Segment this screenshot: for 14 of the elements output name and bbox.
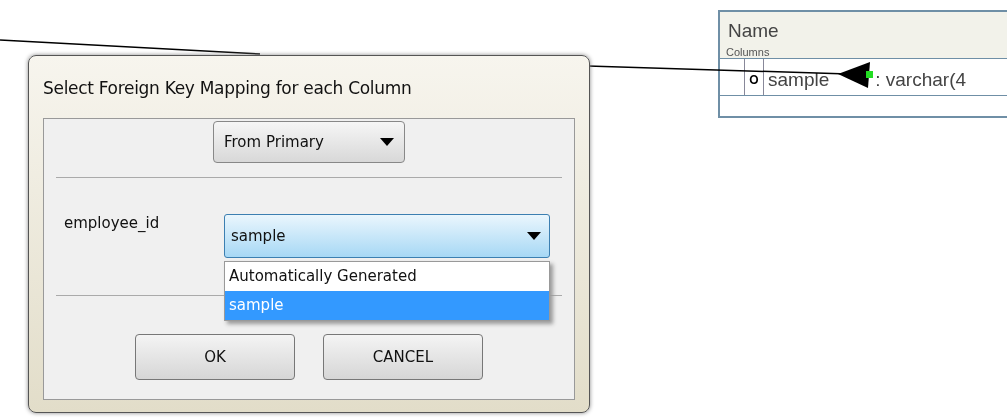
column-type: : varchar(4	[875, 68, 967, 92]
column-label: employee_id	[64, 213, 161, 232]
cancel-button[interactable]: CANCEL	[323, 334, 483, 380]
caret-icon	[380, 138, 394, 146]
ok-button[interactable]: OK	[135, 334, 295, 380]
dropdown-option[interactable]: Automatically Generated	[225, 262, 549, 291]
column-name: sample	[767, 68, 830, 92]
caret-icon	[527, 232, 541, 240]
connection-handle-icon[interactable]	[866, 71, 873, 78]
table-name: Name	[727, 19, 780, 42]
mapping-dropdown[interactable]: sample	[224, 214, 550, 258]
mode-dropdown[interactable]: From Primary	[213, 121, 405, 163]
section-label: Columns	[725, 45, 771, 58]
dialog-title: Select Foreign Key Mapping for each Column	[43, 77, 413, 100]
